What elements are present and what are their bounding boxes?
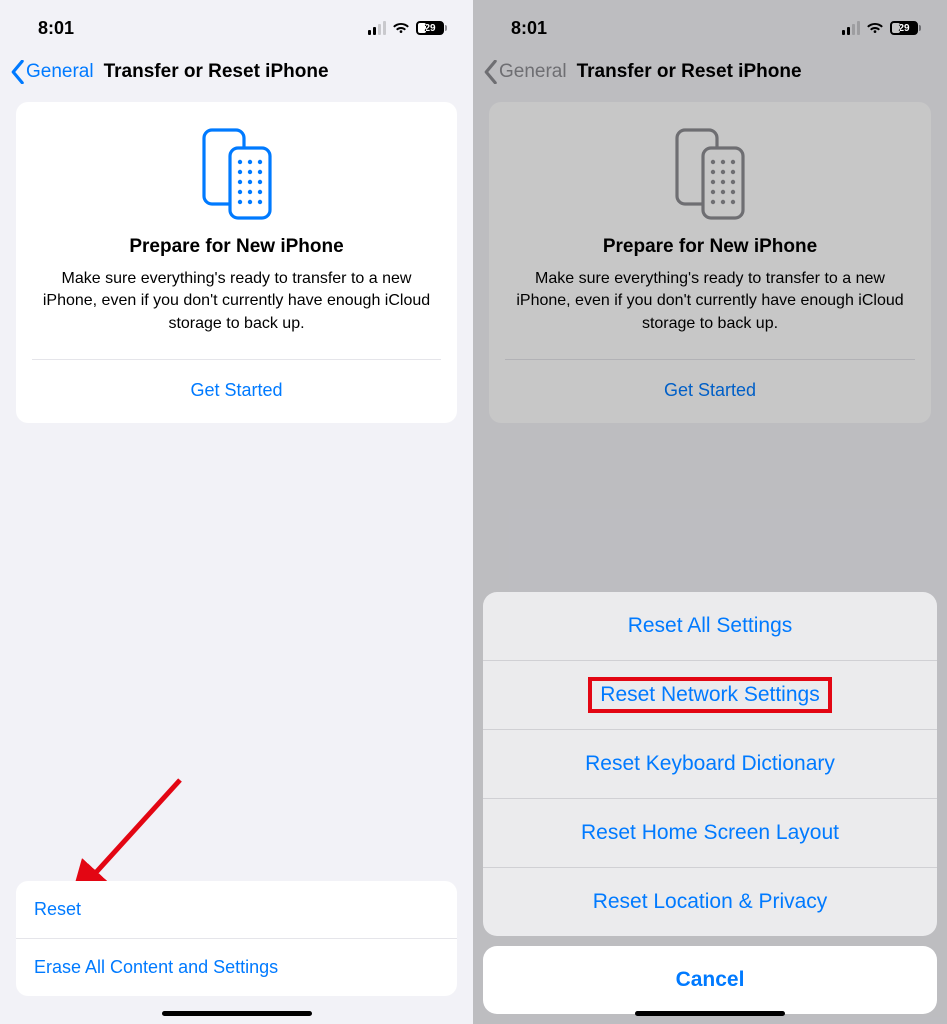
screen-left: 8:01 29 General Transfer or Reset iPhone	[0, 0, 473, 1024]
battery-icon: 29	[416, 21, 447, 35]
status-time: 8:01	[38, 18, 74, 39]
card-title: Prepare for New iPhone	[36, 236, 437, 258]
back-label: General	[26, 61, 94, 83]
wifi-icon	[392, 21, 410, 35]
reset-all-settings-option[interactable]: Reset All Settings	[483, 592, 937, 660]
nav-bar: General Transfer or Reset iPhone	[0, 48, 473, 98]
card-description: Make sure everything's ready to transfer…	[36, 258, 437, 335]
prepare-card: Prepare for New iPhone Make sure everyth…	[16, 102, 457, 423]
status-bar: 8:01 29	[0, 0, 473, 48]
bottom-options: Reset Erase All Content and Settings	[16, 881, 457, 996]
erase-all-button[interactable]: Erase All Content and Settings	[16, 938, 457, 996]
home-indicator	[635, 1011, 785, 1016]
status-right: 29	[368, 21, 447, 35]
reset-keyboard-dictionary-option[interactable]: Reset Keyboard Dictionary	[483, 729, 937, 798]
sheet-options: Reset All Settings Reset Network Setting…	[483, 592, 937, 936]
cancel-button[interactable]: Cancel	[483, 946, 937, 1014]
reset-network-settings-option[interactable]: Reset Network Settings	[483, 660, 937, 729]
annotation-highlight: Reset Network Settings	[588, 677, 831, 713]
reset-button[interactable]: Reset	[16, 881, 457, 938]
screen-right: 8:01 29 General Transfer or Reset iPhone	[473, 0, 947, 1024]
reset-action-sheet: Reset All Settings Reset Network Setting…	[483, 592, 937, 1014]
reset-location-privacy-option[interactable]: Reset Location & Privacy	[483, 867, 937, 936]
get-started-button[interactable]: Get Started	[16, 360, 457, 423]
reset-home-screen-layout-option[interactable]: Reset Home Screen Layout	[483, 798, 937, 867]
chevron-left-icon	[10, 60, 26, 84]
back-button[interactable]: General	[10, 60, 94, 84]
page-title: Transfer or Reset iPhone	[104, 61, 329, 83]
transfer-phones-icon	[36, 126, 437, 222]
cellular-signal-icon	[368, 21, 386, 35]
home-indicator	[162, 1011, 312, 1016]
